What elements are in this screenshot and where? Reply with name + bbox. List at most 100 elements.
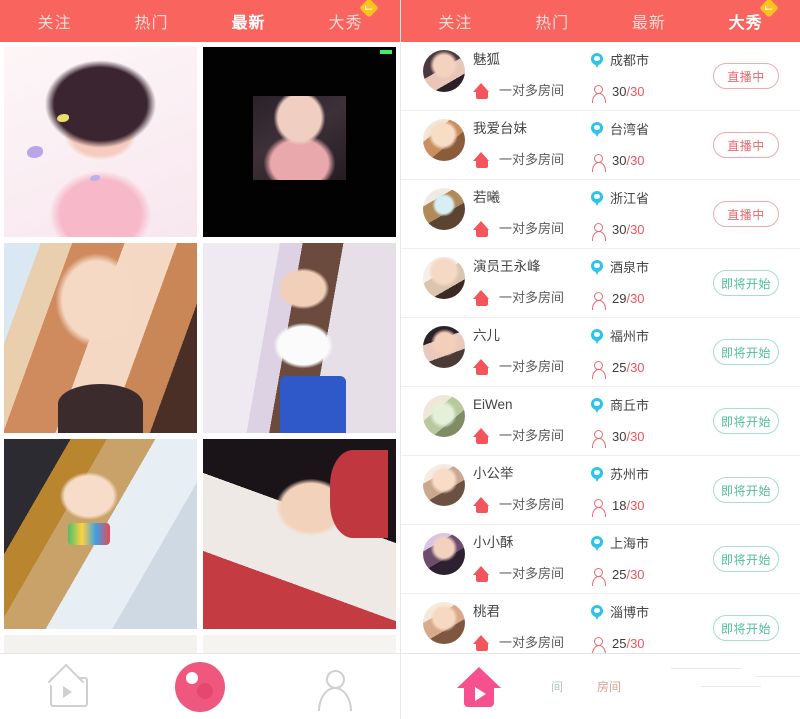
row-location-column: 福州市 25/30 [591, 328, 700, 379]
grid-cell[interactable] [4, 439, 197, 629]
avatar[interactable] [423, 533, 465, 575]
location-pin-icon [591, 121, 603, 138]
avatar[interactable] [423, 119, 465, 161]
row-action-column: 即将开始 [700, 408, 792, 434]
table-row[interactable]: 小小酥 一对多房间 上海市 25/30 即将开始 [401, 525, 800, 594]
viewer-count-line: 25/30 [591, 636, 700, 653]
room-line: 一对多房间 [473, 290, 591, 306]
avatar-wrap [415, 395, 473, 437]
grid-cell[interactable] [4, 47, 197, 237]
nav-ghost-label-2: 房间 [597, 680, 622, 694]
grid-cell[interactable] [203, 47, 396, 237]
avatar[interactable] [423, 602, 465, 644]
row-location-column: 苏州市 18/30 [591, 466, 700, 517]
avatar[interactable] [423, 395, 465, 437]
viewer-count: 18/30 [612, 498, 645, 513]
row-location-column: 商丘市 30/30 [591, 397, 700, 448]
row-name-column: 桃君 一对多房间 [473, 605, 591, 651]
right-phone-screen: 关注 热门 最新 大秀 魅狐 一对多房间 成都市 30/30 直播中 我爱台妹 … [400, 0, 800, 719]
viewer-count-line: 29/30 [591, 291, 700, 310]
avatar[interactable] [423, 257, 465, 299]
tab-hot[interactable]: 热门 [529, 7, 575, 35]
tab-follow[interactable]: 关注 [31, 7, 77, 35]
tab-bigshow[interactable]: 大秀 [723, 0, 779, 35]
status-badge[interactable]: 直播中 [713, 63, 779, 89]
nav-record[interactable] [150, 654, 250, 719]
viewer-count: 25/30 [612, 360, 645, 375]
location-pin-icon [591, 604, 603, 621]
avatar[interactable] [423, 464, 465, 506]
row-location-column: 淄博市 25/30 [591, 604, 700, 653]
grid-cell[interactable] [203, 635, 396, 653]
location-line: 浙江省 [591, 190, 700, 207]
table-row[interactable]: 小公举 一对多房间 苏州市 18/30 即将开始 [401, 456, 800, 525]
tab-newest[interactable]: 最新 [225, 7, 271, 35]
left-tab-bar: 关注 热门 最新 大秀 [0, 0, 400, 42]
status-badge[interactable]: 即将开始 [713, 546, 779, 572]
home-icon [473, 635, 490, 651]
nav-ghost-label-1: 间 [551, 680, 564, 694]
nav-profile[interactable] [283, 654, 383, 719]
status-badge[interactable]: 即将开始 [713, 477, 779, 503]
table-row[interactable]: 魅狐 一对多房间 成都市 30/30 直播中 [401, 42, 800, 111]
grid-cell[interactable] [4, 243, 197, 433]
city-label: 苏州市 [610, 466, 650, 482]
location-pin-icon [591, 259, 603, 276]
grid-cell[interactable] [203, 243, 396, 433]
left-phone-screen: 关注 热门 最新 大秀 [0, 0, 400, 719]
status-badge[interactable]: 直播中 [713, 132, 779, 158]
location-line: 酒泉市 [591, 259, 700, 276]
row-name-column: 魅狐 一对多房间 [473, 53, 591, 99]
table-row[interactable]: 六儿 一对多房间 福州市 25/30 即将开始 [401, 318, 800, 387]
dual-screen-container: 关注 热门 最新 大秀 关注 热门 最新 大秀 魅狐 一对多房间 成都市 30/… [0, 0, 800, 719]
location-pin-icon [591, 190, 603, 207]
table-row[interactable]: EiWen 一对多房间 商丘市 30/30 即将开始 [401, 387, 800, 456]
row-location-column: 上海市 25/30 [591, 535, 700, 586]
row-location-column: 成都市 30/30 [591, 52, 700, 103]
city-label: 商丘市 [610, 397, 650, 413]
tab-bigshow[interactable]: 大秀 [322, 0, 379, 35]
tab-hot[interactable]: 热门 [128, 7, 174, 35]
table-row[interactable]: 演员王永峰 一对多房间 酒泉市 29/30 即将开始 [401, 249, 800, 318]
tab-hot-label: 热门 [535, 15, 570, 32]
status-badge[interactable]: 即将开始 [713, 339, 779, 365]
house-play-icon [457, 666, 501, 707]
avatar-wrap [415, 602, 473, 644]
avatar[interactable] [423, 50, 465, 92]
viewer-count-line: 25/30 [591, 360, 700, 379]
tab-newest[interactable]: 最新 [626, 7, 672, 35]
home-icon [473, 83, 490, 99]
grid-cell[interactable] [4, 635, 197, 653]
status-badge[interactable]: 直播中 [713, 201, 779, 227]
viewer-count-line: 25/30 [591, 567, 700, 586]
status-badge[interactable]: 即将开始 [713, 270, 779, 296]
city-label: 上海市 [610, 535, 650, 551]
room-type: 一对多房间 [499, 152, 565, 167]
table-row[interactable]: 我爱台妹 一对多房间 台湾省 30/30 直播中 [401, 111, 800, 180]
home-icon [473, 221, 490, 237]
table-row[interactable]: 桃君 一对多房间 淄博市 25/30 即将开始 [401, 594, 800, 653]
photo-grid-scroll[interactable] [0, 42, 400, 653]
row-action-column: 即将开始 [700, 270, 792, 296]
viewer-count: 29/30 [612, 291, 645, 306]
row-name-column: 小小酥 一对多房间 [473, 536, 591, 582]
avatar[interactable] [423, 188, 465, 230]
user-icon [591, 567, 606, 586]
nav-home[interactable] [17, 654, 117, 719]
tab-follow[interactable]: 关注 [432, 7, 478, 35]
avatar[interactable] [423, 326, 465, 368]
nav-home[interactable] [447, 654, 511, 719]
home-icon [473, 497, 490, 513]
status-badge[interactable]: 即将开始 [713, 408, 779, 434]
home-icon [473, 290, 490, 306]
location-pin-icon [591, 397, 603, 414]
room-type: 一对多房间 [499, 290, 565, 305]
room-type: 一对多房间 [499, 359, 565, 374]
live-room-list[interactable]: 魅狐 一对多房间 成都市 30/30 直播中 我爱台妹 一对多房间 台湾省 30… [401, 42, 800, 653]
status-badge[interactable]: 即将开始 [713, 615, 779, 641]
row-action-column: 即将开始 [700, 546, 792, 572]
city-label: 酒泉市 [610, 259, 650, 275]
grid-cell[interactable] [203, 439, 396, 629]
user-icon [591, 498, 606, 517]
table-row[interactable]: 若曦 一对多房间 浙江省 30/30 直播中 [401, 180, 800, 249]
